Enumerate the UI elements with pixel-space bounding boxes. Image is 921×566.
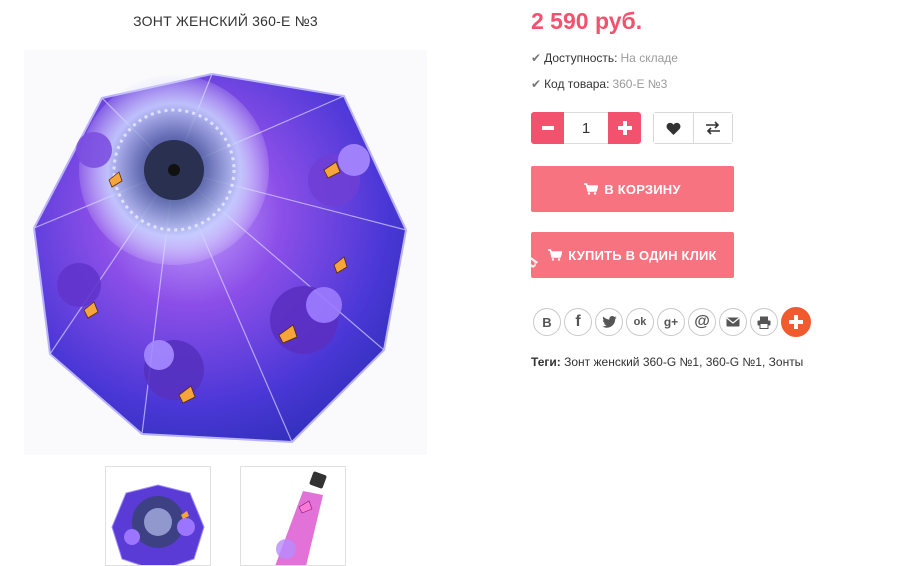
availability-row: ✔ Доступность: На складе [531,51,678,65]
mail-ru-icon: @ [694,313,710,330]
minus-icon [541,126,554,130]
cart-icon [584,183,599,195]
product-actions [653,112,733,144]
plus-icon [789,315,803,329]
buy-one-click-button[interactable]: ru КУПИТЬ В ОДИН КЛИК [531,232,734,278]
availability-label: Доступность: [544,51,618,65]
availability-value: На складе [620,51,678,65]
tag-link[interactable]: Зонты [769,355,804,369]
printer-icon [757,316,771,329]
product-main-image[interactable] [24,50,427,455]
share-google-plus-button[interactable]: g+ [657,308,685,336]
tags-label: Теги: [531,355,561,369]
share-odnoklassniki-button[interactable]: ok [626,308,654,336]
quantity-input[interactable] [564,112,608,144]
share-vk-button[interactable]: В [533,308,561,336]
product-code-row: ✔ Код товара: 360-Е №3 [531,77,667,91]
decrease-quantity-button[interactable] [531,112,564,144]
print-button[interactable] [750,308,778,336]
twitter-icon [601,316,617,328]
check-icon: ✔ [531,51,542,65]
product-price: 2 590 руб. [531,8,643,34]
product-title: ЗОНТ ЖЕНСКИЙ 360-Е №3 [133,13,318,29]
cart-icon [548,249,563,261]
umbrella-image [32,72,408,444]
watermark-ru: ru [531,252,543,278]
social-share-bar: В f ok g+ @ [533,307,811,337]
facebook-icon: f [575,313,581,330]
vk-icon: В [542,314,552,330]
folded-umbrella-thumbnail-image [275,471,327,565]
product-code-value: 360-Е №3 [612,77,668,91]
buy-one-click-label: КУПИТЬ В ОДИН КЛИК [568,247,717,263]
odnoklassniki-icon: ok [633,316,647,328]
heart-icon [666,122,681,135]
plus-icon [617,121,632,135]
add-to-cart-button[interactable]: В КОРЗИНУ [531,166,734,212]
increase-quantity-button[interactable] [608,112,641,144]
thumbnail-2[interactable] [240,466,346,566]
tag-link[interactable]: 360-G №1 [706,355,762,369]
add-to-cart-label: В КОРЗИНУ [604,181,681,197]
product-code-label: Код товара: [544,77,610,91]
google-plus-icon: g+ [663,315,679,329]
compare-arrows-icon [706,121,720,135]
add-to-wishlist-button[interactable] [654,113,693,143]
share-twitter-button[interactable] [595,308,623,336]
share-mail-ru-button[interactable]: @ [688,308,716,336]
umbrella-thumbnail-image [111,484,205,565]
thumbnail-1[interactable] [105,466,211,566]
tag-link[interactable]: Зонт женский 360-G №1 [564,355,699,369]
share-more-button[interactable] [781,307,811,337]
check-icon: ✔ [531,77,542,91]
add-to-compare-button[interactable] [693,113,732,143]
share-facebook-button[interactable]: f [564,308,592,336]
share-email-button[interactable] [719,308,747,336]
product-tags: Теги: Зонт женский 360-G №1, 360-G №1, З… [531,355,804,369]
envelope-icon [726,317,740,327]
quantity-stepper [531,112,641,144]
